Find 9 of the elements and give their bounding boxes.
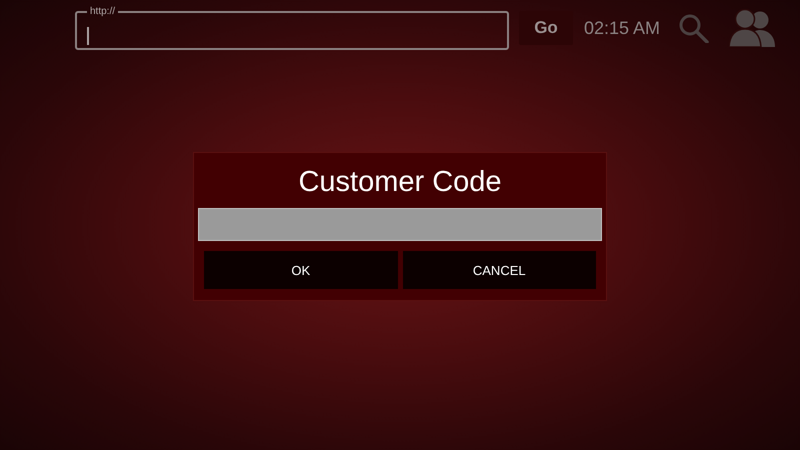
cancel-button[interactable]: CANCEL [402, 251, 596, 289]
text-cursor [87, 26, 89, 44]
clock-time: 02:15 AM [584, 18, 660, 38]
url-field[interactable]: http:// [75, 6, 509, 50]
code-input-field[interactable] [198, 208, 602, 241]
dialog-title: Customer Code [297, 165, 503, 200]
users-icon[interactable] [729, 9, 778, 47]
ok-button[interactable]: OK [204, 251, 398, 289]
go-button[interactable]: Go [519, 11, 573, 45]
